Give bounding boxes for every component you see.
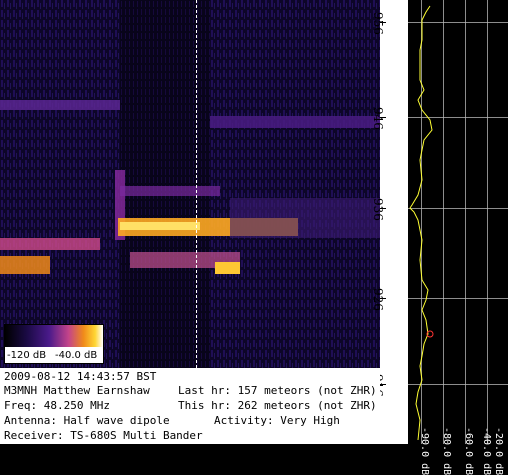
db-scale-label: -90.0 dB <box>419 427 430 475</box>
antenna-text: Antenna: Half wave dipole <box>4 414 170 427</box>
legend-min-label: -120 dB <box>7 350 47 361</box>
meteor-burst <box>215 262 240 274</box>
freq-label: 926 <box>371 288 385 311</box>
receiver-text: Receiver: TS-680S Multi Bander <box>4 429 203 442</box>
meteor-trail-upper <box>120 186 220 196</box>
colour-scale-legend: -120 dB -40.0 dB <box>4 324 104 364</box>
frequency-axis: 956 946 936 926 916 <box>371 0 408 444</box>
freq-label: 956 <box>371 12 385 35</box>
freq-label: 936 <box>371 198 385 221</box>
activity-text: Activity: Very High <box>214 414 340 427</box>
last-hour-text: Last hr: 157 meteors (not ZHR) <box>178 384 377 397</box>
db-scale-label: -80.0 dB <box>441 427 452 475</box>
signal-level-graph: -90.0 dB -80.0 dB -60.0 dB -40.0 dB -20.… <box>408 0 508 475</box>
frequency-text: Freq: 48.250 MHz <box>4 399 110 412</box>
time-cursor-line <box>196 0 197 368</box>
this-hour-text: This hr: 262 meteors (not ZHR) <box>178 399 377 412</box>
timestamp-text: 2009-08-12 14:43:57 BST <box>4 370 157 383</box>
spectrogram-plot <box>0 0 380 368</box>
freq-label: 946 <box>371 107 385 130</box>
spectrogram-display <box>0 0 380 368</box>
colour-gradient-bar <box>5 325 103 347</box>
noise-left <box>0 0 120 368</box>
carrier-trace-left <box>0 100 120 110</box>
noise-right <box>210 0 380 368</box>
signal-trace <box>409 5 434 441</box>
meteor-trail-core <box>120 222 200 230</box>
db-scale-label: -20.0 dB <box>493 427 504 475</box>
db-scale-label: -40.0 dB <box>481 427 492 475</box>
meteor-band-1 <box>0 238 100 250</box>
info-panel: 2009-08-12 14:43:57 BST M3MNH Matthew Ea… <box>0 368 380 444</box>
legend-max-label: -40.0 dB <box>55 350 98 361</box>
meteor-diffuse <box>230 198 380 238</box>
station-text: M3MNH Matthew Earnshaw <box>4 384 150 397</box>
db-scale-label: -60.0 dB <box>463 427 474 475</box>
meteor-band-2 <box>0 256 50 274</box>
carrier-trace-right <box>210 116 380 128</box>
